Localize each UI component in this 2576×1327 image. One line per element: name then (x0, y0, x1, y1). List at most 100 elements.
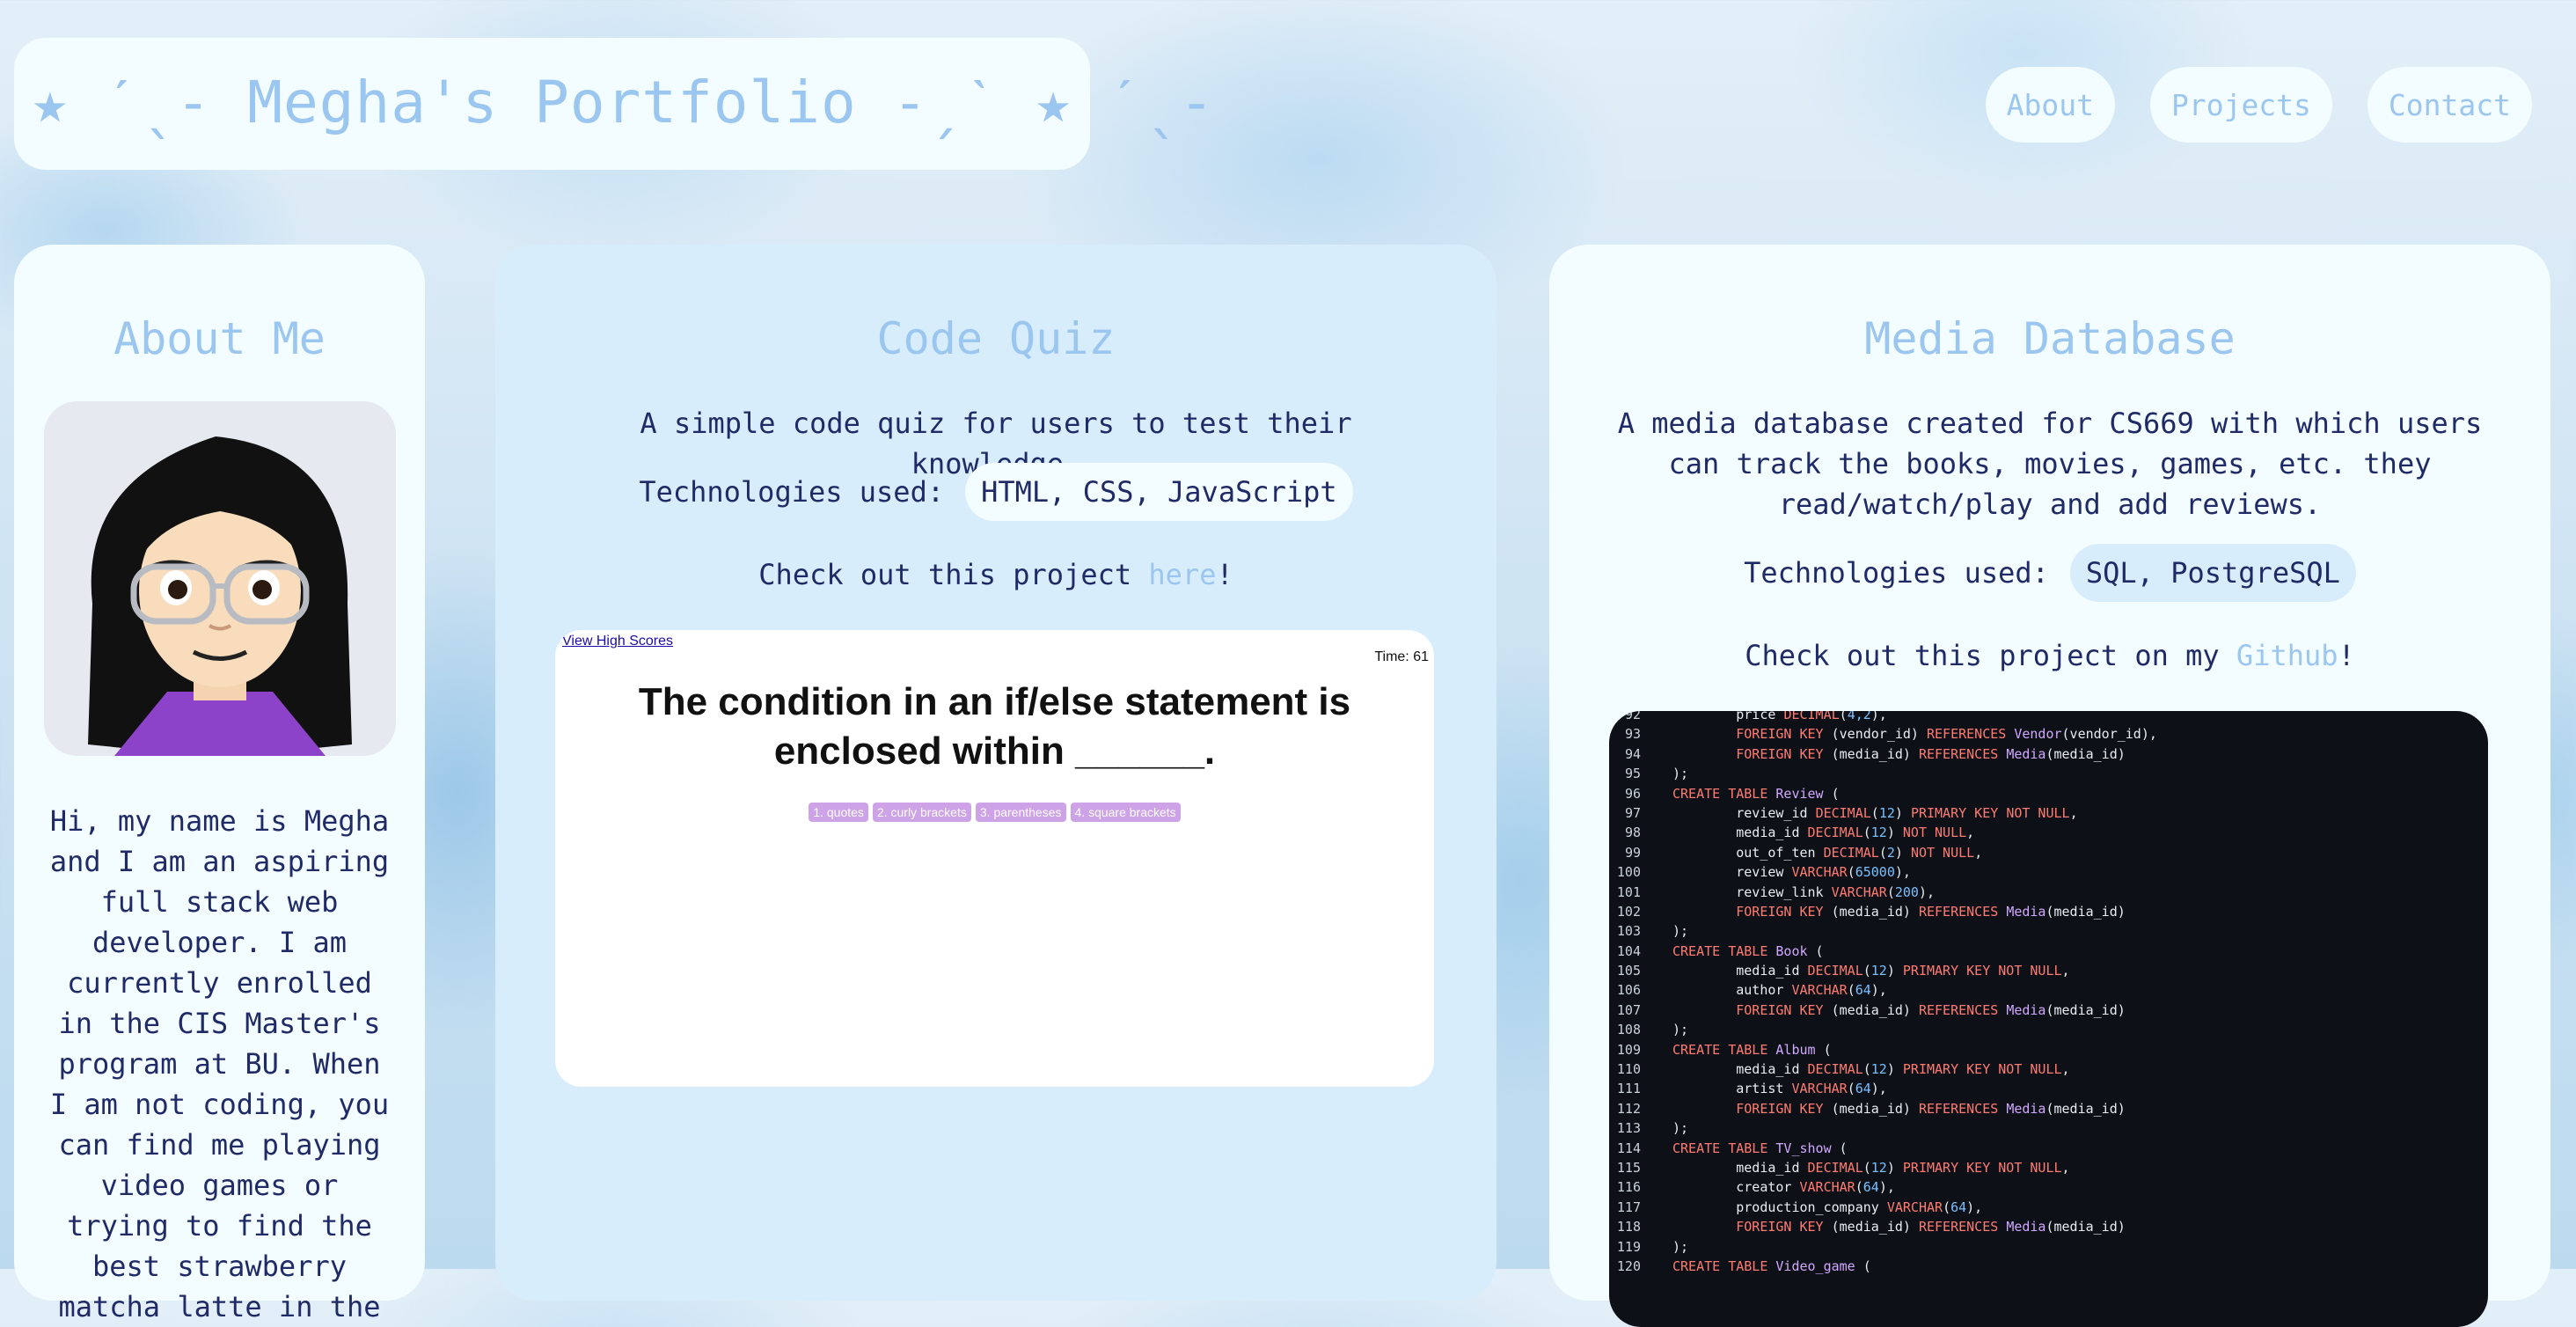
line-number: 100 (1616, 864, 1641, 881)
quiz-check-suffix: ! (1216, 558, 1233, 591)
answer-button-4[interactable]: 4. square brackets (1070, 803, 1181, 822)
code-line: 105 media_id DECIMAL(12) PRIMARY KEY NOT… (1609, 961, 2157, 980)
nav-about[interactable]: About (1985, 67, 2115, 143)
line-code: out_of_ten DECIMAL(2) NOT NULL, (1672, 844, 1983, 861)
quiz-tech-label: Technologies used: (639, 475, 945, 509)
code-line: 114 CREATE TABLE TV_show ( (1609, 1139, 2157, 1158)
nav-projects[interactable]: Projects (2149, 67, 2332, 143)
code-line: 107 FOREIGN KEY (media_id) REFERENCES Me… (1609, 1001, 2157, 1020)
line-code: FOREIGN KEY (media_id) REFERENCES Media(… (1736, 745, 2126, 762)
code-line: 109 CREATE TABLE Album ( (1609, 1040, 2157, 1059)
quiz-question: The condition in an if/else statement is… (638, 680, 1351, 773)
quiz-answers: 1. quotes 2. curly brackets 3. parenthes… (555, 803, 1434, 822)
nav-contact[interactable]: Contact (2367, 67, 2532, 143)
line-number: 112 (1616, 1100, 1641, 1117)
line-number: 97 (1624, 804, 1641, 821)
line-code: media_id DECIMAL(12) PRIMARY KEY NOT NUL… (1672, 1061, 2070, 1078)
line-code: creator VARCHAR(64), (1672, 1179, 1895, 1196)
answer-button-2[interactable]: 2. curly brackets (872, 803, 971, 822)
line-number: 106 (1616, 982, 1641, 999)
code-line: 108); (1609, 1020, 2157, 1039)
about-bio: Hi, my name is Megha and I am an aspirin… (49, 804, 390, 1323)
line-code: production_company VARCHAR(64), (1672, 1199, 1983, 1215)
media-check-prefix: Check out this project on my (1745, 639, 2236, 672)
code-line: 119); (1609, 1237, 2157, 1257)
quiz-tech-pill: HTML, CSS, JavaScript (965, 463, 1353, 521)
line-number: 105 (1616, 963, 1641, 979)
line-number: 113 (1616, 1120, 1641, 1137)
code-line: 101 review_link VARCHAR(200), (1609, 883, 2157, 902)
line-code: author VARCHAR(64), (1672, 982, 1887, 999)
code-line: 106 author VARCHAR(64), (1609, 980, 2157, 1000)
line-code: review_id DECIMAL(12) PRIMARY KEY NOT NU… (1672, 804, 2078, 821)
media-card: Media Database A media database created … (1549, 245, 2550, 1327)
quiz-project-link[interactable]: here (1148, 558, 1216, 591)
answer-button-3[interactable]: 3. parentheses (975, 803, 1066, 822)
media-github-link[interactable]: Github (2236, 639, 2338, 672)
line-number: 99 (1624, 844, 1641, 861)
media-title: Media Database (1864, 313, 2236, 364)
code-line: 111 artist VARCHAR(64), (1609, 1079, 2157, 1098)
line-code: CREATE TABLE Book ( (1672, 942, 1824, 959)
code-line: 100 review VARCHAR(65000), (1609, 862, 2157, 882)
line-number: 110 (1616, 1061, 1641, 1078)
line-number: 102 (1616, 903, 1641, 920)
media-tech-label: Technologies used: (1744, 556, 2049, 590)
top-nav: About Projects Contact (1985, 67, 2532, 143)
line-number: 104 (1616, 942, 1641, 959)
avatar-illustration (44, 401, 396, 756)
code-line: 102 FOREIGN KEY (media_id) REFERENCES Me… (1609, 902, 2157, 921)
sql-code-block[interactable]: 92 price DECIMAL(4,2), 93 FOREIGN KEY (ve… (1609, 711, 2488, 1327)
code-line: 99 out_of_ten DECIMAL(2) NOT NULL, (1609, 843, 2157, 862)
line-number: 98 (1624, 825, 1641, 841)
code-line: 116 creator VARCHAR(64), (1609, 1177, 2157, 1197)
code-line: 103); (1609, 921, 2157, 941)
line-number: 120 (1616, 1257, 1641, 1274)
view-high-scores-link[interactable]: View High Scores (562, 634, 673, 649)
code-line: 94 FOREIGN KEY (media_id) REFERENCES Med… (1609, 744, 2157, 764)
quiz-embed: View High Scores Time: 61 The condition … (555, 630, 1434, 1087)
about-title: About Me (113, 313, 326, 364)
line-code: media_id DECIMAL(12) PRIMARY KEY NOT NUL… (1672, 1159, 2070, 1176)
code-line: 112 FOREIGN KEY (media_id) REFERENCES Me… (1609, 1099, 2157, 1118)
line-code: FOREIGN KEY (media_id) REFERENCES Media(… (1736, 1100, 2126, 1117)
code-line: 93 FOREIGN KEY (vendor_id) REFERENCES Ve… (1609, 724, 2157, 744)
line-code: ); (1672, 1120, 1689, 1137)
line-number: 108 (1616, 1022, 1641, 1038)
line-code: FOREIGN KEY (media_id) REFERENCES Media(… (1736, 1001, 2126, 1018)
line-code: CREATE TABLE Video_game ( (1672, 1257, 1871, 1274)
code-line: 113); (1609, 1118, 2157, 1138)
code-line: 104 CREATE TABLE Book ( (1609, 942, 2157, 961)
avatar (44, 401, 396, 756)
media-tech-row: Technologies used: SQL, PostgreSQL (1549, 544, 2550, 602)
line-number: 93 (1624, 726, 1641, 743)
line-number: 117 (1616, 1199, 1641, 1215)
quiz-timer: Time: 61 (1374, 649, 1429, 664)
line-number: 116 (1616, 1179, 1641, 1196)
code-line: 117 production_company VARCHAR(64), (1609, 1198, 2157, 1217)
about-card: About Me Hi, my name is Megha and I am a… (14, 245, 425, 1323)
line-number: 118 (1616, 1219, 1641, 1235)
line-code: media_id DECIMAL(12) PRIMARY KEY NOT NUL… (1672, 963, 2070, 979)
line-number: 95 (1624, 766, 1641, 782)
line-number: 111 (1616, 1081, 1641, 1097)
code-line: 98 media_id DECIMAL(12) NOT NULL, (1609, 823, 2157, 842)
line-code: review VARCHAR(65000), (1672, 864, 1911, 881)
line-number: 103 (1616, 923, 1641, 940)
quiz-check-row: Check out this project here! (495, 558, 1497, 591)
line-code: CREATE TABLE Album ( (1672, 1041, 1832, 1058)
code-line: 92 price DECIMAL(4,2), (1609, 711, 2157, 724)
line-code: CREATE TABLE TV_show ( (1672, 1140, 1848, 1156)
line-code: media_id DECIMAL(12) NOT NULL, (1672, 825, 1975, 841)
media-description: A media database created for CS669 with … (1617, 407, 2483, 521)
line-code: ); (1672, 923, 1689, 940)
code-line: 115 media_id DECIMAL(12) PRIMARY KEY NOT… (1609, 1158, 2157, 1177)
code-line: 96 CREATE TABLE Review ( (1609, 784, 2157, 803)
code-line: 97 review_id DECIMAL(12) PRIMARY KEY NOT… (1609, 803, 2157, 823)
answer-button-1[interactable]: 1. quotes (809, 803, 868, 822)
code-line: 120 CREATE TABLE Video_game ( (1609, 1257, 2157, 1276)
code-line: 118 FOREIGN KEY (media_id) REFERENCES Me… (1609, 1217, 2157, 1236)
quiz-check-prefix: Check out this project (758, 558, 1149, 591)
line-code: price DECIMAL(4,2), (1672, 711, 1887, 722)
quiz-title: Code Quiz (876, 313, 1116, 364)
